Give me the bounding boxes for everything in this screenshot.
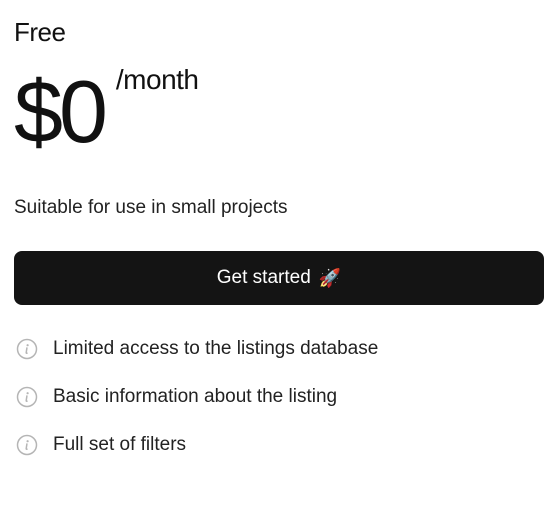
plan-description: Suitable for use in small projects: [14, 197, 288, 218]
info-icon[interactable]: [16, 386, 38, 408]
feature-item: Full set of filters: [14, 433, 544, 457]
get-started-label: Get started: [216, 267, 311, 288]
feature-item: Limited access to the listings database: [14, 337, 544, 361]
feature-label: Full set of filters: [53, 434, 187, 455]
price-row: $0 /month: [14, 62, 544, 162]
plan-name: Free: [14, 17, 66, 47]
feature-label: Basic information about the listing: [53, 386, 338, 407]
billing-period: /month: [115, 64, 199, 95]
info-icon[interactable]: [16, 338, 38, 360]
info-icon[interactable]: [16, 434, 38, 456]
feature-item: Basic information about the listing: [14, 385, 544, 409]
get-started-button[interactable]: Get started 🚀: [14, 251, 544, 305]
rocket-icon: 🚀: [318, 268, 342, 288]
feature-label: Limited access to the listings database: [53, 338, 379, 359]
pricing-card: Free $0 /month Suitable for use in small…: [14, 16, 544, 481]
plan-price: $0: [14, 62, 108, 161]
feature-list: Limited access to the listings database …: [14, 337, 544, 457]
